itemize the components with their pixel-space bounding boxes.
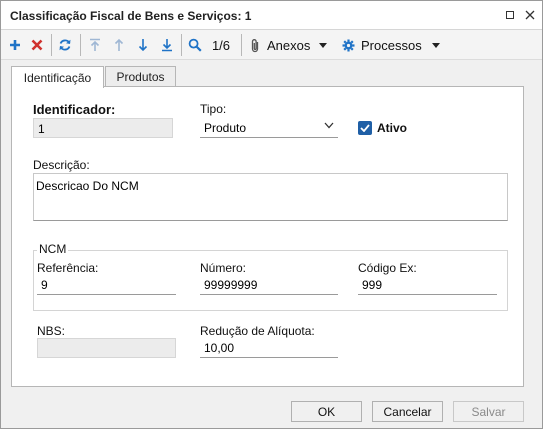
ativo-label: Ativo [377, 121, 407, 135]
salvar-label: Salvar [471, 404, 506, 419]
processos-label: Processos [361, 37, 422, 53]
numero-field[interactable]: 99999999 [200, 275, 338, 295]
tab-identificacao[interactable]: Identificação [11, 66, 104, 88]
nbs-label: NBS: [37, 324, 66, 338]
close-icon [525, 10, 535, 20]
record-position: 1/6 [209, 34, 233, 56]
descricao-label: Descrição: [33, 158, 90, 172]
delete-button[interactable] [28, 34, 46, 56]
ncm-group-title: NCM [37, 242, 69, 256]
ativo-checkbox[interactable] [358, 121, 372, 135]
checkmark-icon [360, 124, 370, 132]
last-record-icon [162, 39, 172, 52]
referencia-label: Referência: [37, 261, 99, 275]
anexos-label: Anexos [267, 37, 311, 53]
codigo-ex-label: Código Ex: [358, 261, 417, 275]
reducao-aliquota-value: 10,00 [204, 341, 235, 355]
referencia-value: 9 [41, 278, 48, 292]
anexos-menu[interactable]: Anexos [250, 34, 334, 56]
cancelar-button[interactable]: Cancelar [372, 401, 443, 422]
tipo-label: Tipo: [200, 102, 227, 116]
paperclip-icon [251, 38, 259, 52]
plus-icon [10, 40, 20, 50]
numero-value: 99999999 [204, 278, 258, 292]
gear-icon [342, 39, 355, 51]
identificador-field: 1 [33, 118, 173, 138]
identificacao-panel: Identificador: 1 Tipo: Produto Ativo Des… [11, 86, 524, 387]
identificador-value: 1 [38, 122, 45, 136]
tipo-select[interactable]: Produto [200, 118, 338, 138]
arrow-up-icon [114, 38, 124, 51]
toolbar-separator [80, 34, 81, 56]
tab-produtos[interactable]: Produtos [105, 66, 176, 87]
first-record-icon [90, 38, 100, 51]
maximize-button[interactable] [501, 6, 519, 24]
next-record-button[interactable] [134, 34, 152, 56]
codigo-ex-value: 999 [362, 278, 383, 292]
last-record-button[interactable] [158, 34, 176, 56]
close-button[interactable] [521, 6, 539, 24]
delete-x-icon [31, 39, 43, 51]
cancelar-label: Cancelar [383, 404, 432, 419]
search-icon [188, 38, 202, 52]
maximize-icon [506, 11, 514, 19]
toolbar-separator [51, 34, 52, 56]
add-button[interactable] [6, 34, 24, 56]
tipo-value: Produto [204, 121, 247, 135]
first-record-button[interactable] [86, 34, 104, 56]
previous-record-button[interactable] [110, 34, 128, 56]
refresh-button[interactable] [56, 34, 74, 56]
salvar-button[interactable]: Salvar [453, 401, 524, 422]
ok-button[interactable]: OK [291, 401, 362, 422]
dialog-window: Classificação Fiscal de Bens e Serviços:… [0, 0, 543, 429]
descricao-value: Descricao Do NCM [36, 179, 139, 193]
tab-label: Identificação [23, 70, 92, 85]
identificador-label: Identificador: [33, 102, 116, 117]
ok-label: OK [317, 404, 336, 419]
chevron-down-icon [431, 42, 440, 48]
processos-menu[interactable]: Processos [342, 34, 440, 56]
chevron-down-icon [324, 122, 334, 129]
reducao-aliquota-label: Redução de Alíquota: [200, 324, 315, 338]
referencia-field[interactable]: 9 [37, 275, 176, 295]
toolbar: 1/6 Anexos Processos [1, 30, 542, 60]
toolbar-separator [181, 34, 182, 56]
numero-label: Número: [200, 261, 247, 275]
record-position-text: 1/6 [211, 37, 231, 53]
codigo-ex-field[interactable]: 999 [358, 275, 497, 295]
refresh-icon [59, 39, 71, 51]
nbs-field [37, 338, 176, 358]
window-title: Classificação Fiscal de Bens e Serviços:… [10, 9, 252, 23]
search-button[interactable] [186, 34, 204, 56]
descricao-textarea[interactable]: Descricao Do NCM [33, 173, 508, 221]
title-bar: Classificação Fiscal de Bens e Serviços:… [1, 1, 542, 30]
toolbar-separator [241, 34, 242, 56]
reducao-aliquota-field[interactable]: 10,00 [200, 338, 338, 358]
chevron-down-icon [319, 42, 328, 48]
arrow-down-icon [138, 39, 148, 52]
tab-label: Produtos [116, 70, 165, 84]
